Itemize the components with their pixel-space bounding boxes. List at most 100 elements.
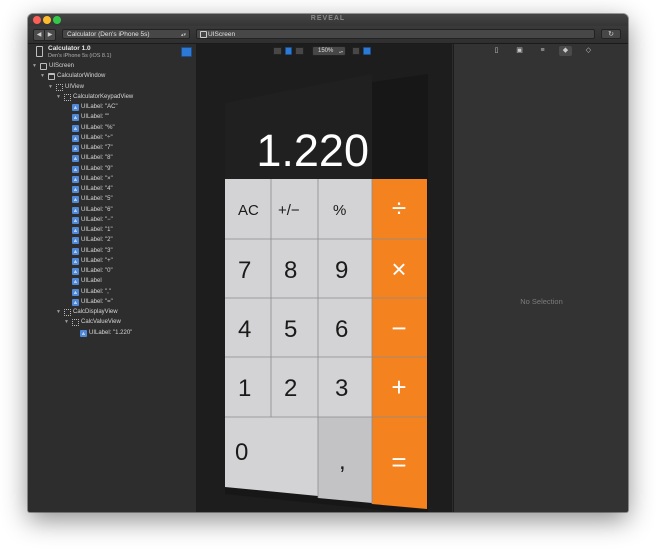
tree-row-label: UILabel: "0"	[81, 268, 113, 274]
tree-row[interactable]: A UILabel: "÷"	[28, 134, 196, 144]
tree-row-label: UILabel: "="	[81, 298, 113, 305]
tree-row[interactable]: A UILabel: "2"	[28, 236, 196, 246]
disclosure-triangle-icon[interactable]: ▼	[64, 319, 70, 325]
key-label-divide: ÷	[392, 193, 406, 223]
layout-3d-button[interactable]	[295, 47, 304, 55]
tree-row-label: UILabel: "AC"	[81, 104, 118, 110]
tree-row-label: UILabel: "+"	[81, 257, 113, 264]
key-label-9: 9	[335, 257, 348, 284]
label-icon: A	[72, 134, 79, 142]
tree-row-label: UILabel: ""	[81, 114, 110, 121]
key-label-4: 4	[238, 316, 251, 343]
tree-row[interactable]: ▼ CalculatorWindow	[28, 72, 196, 82]
disclosure-triangle-icon[interactable]: ▼	[32, 63, 38, 69]
tree-row[interactable]: ▼ CalcValueView	[28, 318, 196, 328]
app-device: Den's iPhone 5s (iOS 8.1)	[48, 53, 112, 59]
tree-row-label: UIScreen	[49, 63, 75, 69]
wireframe-mode-button[interactable]	[285, 47, 292, 55]
chevron-right-icon: ▶	[47, 32, 53, 38]
breadcrumb[interactable]: UIScreen	[196, 29, 595, 39]
disclosure-triangle-icon[interactable]: ▼	[40, 73, 46, 79]
breadcrumb-item: UIScreen	[208, 31, 236, 38]
tree-row-label: UILabel: "1"	[81, 227, 113, 233]
zoom-selector[interactable]: 150% ▴▾	[312, 46, 346, 56]
disclosure-triangle-icon[interactable]: ▼	[56, 309, 62, 315]
key-label-plusminus: +/−	[278, 202, 300, 219]
attributes-inspector-tab[interactable]: ≡	[536, 46, 549, 56]
key-label-minus: −	[391, 313, 406, 343]
identity-inspector-tab[interactable]: ▯	[490, 46, 503, 56]
tree-row[interactable]: A UILabel: "="	[28, 298, 196, 308]
tree-row[interactable]: A UILabel: "9"	[28, 165, 196, 175]
tree-row[interactable]: A UILabel: ""	[28, 113, 196, 123]
view-hierarchy-pane: Calculator 1.0 Den's iPhone 5s (iOS 8.1)…	[28, 44, 197, 512]
label-icon: A	[72, 155, 79, 163]
tree-row[interactable]: A UILabel: "−"	[28, 216, 196, 226]
ruler-inspector-tab[interactable]: ◆	[559, 46, 572, 56]
key-label-1: 1	[238, 375, 251, 402]
tree-row-label: UILabel: "÷"	[81, 134, 113, 141]
tree-row-label: UILabel: "6"	[81, 206, 113, 213]
perspective-toggle-button[interactable]	[363, 47, 371, 55]
tree-row[interactable]: ▼ UIScreen	[28, 62, 196, 72]
layers-inspector-tab[interactable]: ◇	[582, 46, 595, 56]
tree-row[interactable]: A UILabel: "1"	[28, 226, 196, 236]
document-icon: ▯	[494, 47, 499, 54]
layout-inspector-tab[interactable]: ▣	[513, 46, 526, 56]
label-icon: A	[72, 196, 79, 204]
tree-row[interactable]: A UILabel: "%"	[28, 124, 196, 134]
tree-row[interactable]: ▼ CalcDisplayView	[28, 308, 196, 318]
tree-row-label: CalculatorWindow	[57, 73, 106, 80]
label-icon: A	[72, 247, 79, 255]
title-bar: REVEAL	[28, 14, 628, 26]
tree-row[interactable]: A UILabel: "4"	[28, 185, 196, 195]
app-info: Calculator 1.0 Den's iPhone 5s (iOS 8.1)	[28, 44, 196, 62]
tree-row-label: UILabel: "%"	[81, 124, 115, 131]
tree-row[interactable]: A UILabel: "0"	[28, 267, 196, 277]
tree-row[interactable]: A UILabel: "1.220"	[28, 329, 196, 339]
label-icon: A	[72, 165, 79, 173]
tree-row-label: UIView	[65, 83, 84, 90]
tree-row-label: CalcDisplayView	[73, 309, 118, 315]
label-icon: A	[72, 186, 79, 193]
label-icon: A	[72, 114, 79, 122]
clipping-toggle-button[interactable]	[352, 47, 360, 55]
chevron-left-icon: ◀	[36, 32, 42, 38]
tree-row[interactable]: A UILabel	[28, 277, 196, 287]
key-label-3: 3	[335, 375, 348, 402]
layout-2d-button[interactable]	[273, 47, 282, 55]
app-selector-value: Calculator (Den's iPhone 5s)	[67, 31, 150, 38]
view-icon	[56, 83, 63, 91]
screen-icon	[200, 31, 207, 38]
label-icon: A	[72, 237, 79, 245]
app-selector[interactable]: Calculator (Den's iPhone 5s) ▴▾	[62, 29, 190, 39]
tree-row[interactable]: A UILabel: "6"	[28, 206, 196, 216]
app-title: REVEAL	[310, 15, 346, 22]
tree-row[interactable]: A UILabel: ","	[28, 288, 196, 298]
tree-row-label: UILabel	[81, 278, 102, 285]
view-icon	[64, 309, 71, 316]
refresh-button[interactable]: ↻	[601, 29, 621, 39]
refresh-icon: ↻	[608, 31, 614, 38]
tree-row[interactable]: A UILabel: "×"	[28, 175, 196, 185]
label-icon: A	[72, 257, 79, 265]
label-icon: A	[72, 227, 79, 234]
tree-row[interactable]: A UILabel: "5"	[28, 195, 196, 205]
forward-button[interactable]: ▶	[44, 29, 56, 41]
label-icon: A	[72, 175, 79, 183]
updown-arrows-icon: ▴▾	[338, 49, 343, 54]
tree-row[interactable]: A UILabel: "7"	[28, 144, 196, 154]
tree-row-label: CalculatorKeypadView	[73, 93, 134, 100]
tree-row[interactable]: ▼ UIView	[28, 83, 196, 93]
tree-row[interactable]: A UILabel: "AC"	[28, 103, 196, 113]
tree-row[interactable]: ▼ CalculatorKeypadView	[28, 93, 196, 103]
inspect-toggle-button[interactable]	[181, 47, 192, 57]
tree-row[interactable]: A UILabel: "3"	[28, 247, 196, 257]
label-icon: A	[80, 329, 87, 337]
disclosure-triangle-icon[interactable]: ▼	[56, 94, 62, 100]
key-label-percent: %	[333, 202, 346, 219]
tree-row[interactable]: A UILabel: "8"	[28, 154, 196, 164]
tree-row[interactable]: A UILabel: "+"	[28, 257, 196, 267]
tree-row-label: UILabel: "−"	[81, 216, 113, 223]
disclosure-triangle-icon[interactable]: ▼	[48, 84, 54, 90]
